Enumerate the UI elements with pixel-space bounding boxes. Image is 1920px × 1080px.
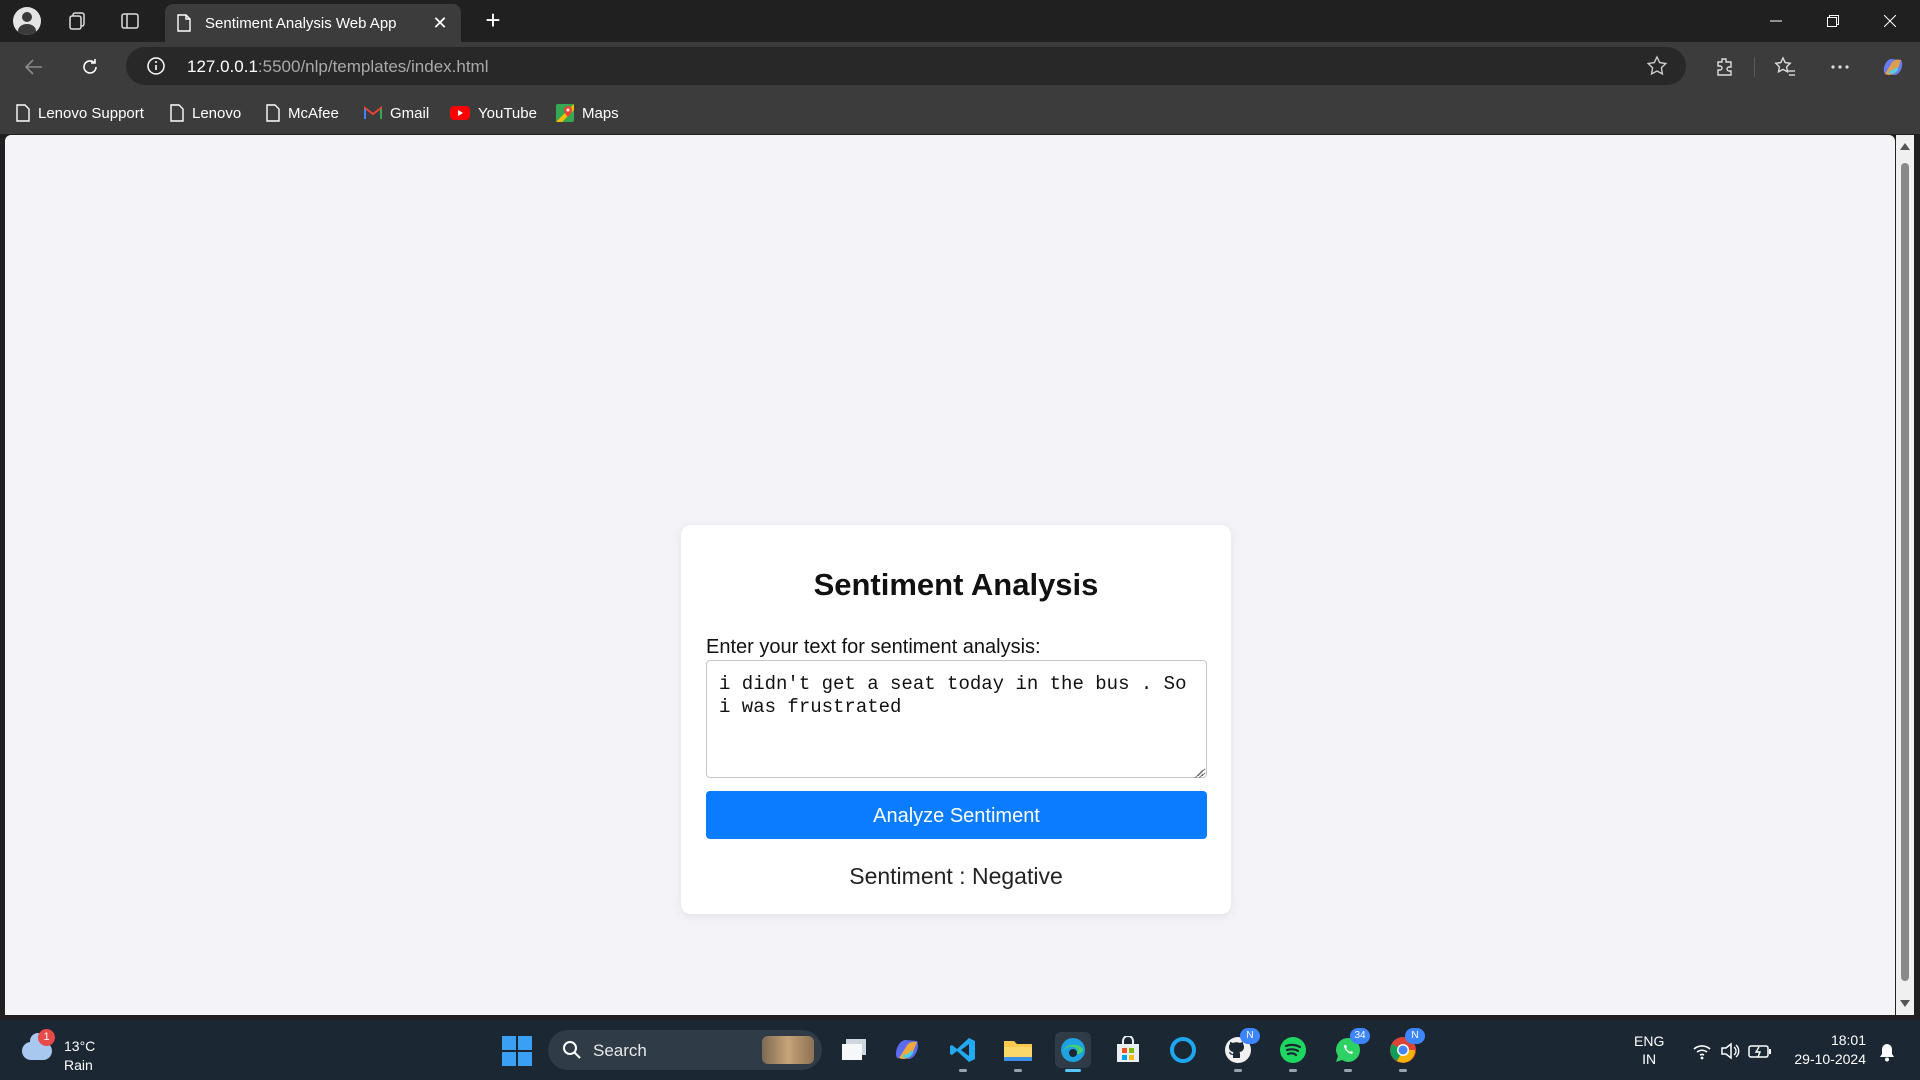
whatsapp-badge: 34 — [1350, 1028, 1370, 1044]
sentiment-card: Sentiment Analysis Enter your text for s… — [681, 525, 1231, 914]
windows-start-icon[interactable] — [502, 1036, 532, 1066]
bookmark-label: McAfee — [288, 104, 339, 122]
bookmark-label: Lenovo — [192, 104, 242, 122]
extensions-icon[interactable] — [1710, 52, 1740, 82]
language-indicator[interactable]: ENG IN — [1634, 1032, 1664, 1068]
close-tab-icon[interactable]: ✕ — [429, 12, 451, 34]
copilot-icon[interactable] — [1878, 52, 1908, 82]
github-badge: N — [1240, 1028, 1260, 1044]
bookmark-lenovo-support[interactable]: Lenovo Support — [16, 102, 144, 124]
gmail-icon — [364, 106, 382, 120]
url-host: 127.0.0.1 — [187, 57, 258, 76]
task-view-icon[interactable] — [836, 1032, 872, 1068]
page-scrollbar[interactable] — [1896, 135, 1914, 1015]
clock[interactable]: 18:01 29-10-2024 — [1782, 1031, 1866, 1069]
battery-icon[interactable] — [1748, 1043, 1772, 1064]
more-options-icon[interactable] — [1825, 52, 1855, 82]
bookmark-maps[interactable]: Maps — [556, 102, 619, 124]
text-input-area[interactable]: i didn't get a seat today in the bus . S… — [706, 660, 1207, 778]
wifi-icon[interactable] — [1692, 1042, 1712, 1065]
file-explorer-icon[interactable] — [1000, 1032, 1036, 1072]
copilot-app-icon[interactable] — [890, 1032, 926, 1068]
url-text[interactable]: 127.0.0.1:5500/nlp/templates/index.html — [187, 57, 489, 77]
running-indicator — [1014, 1069, 1022, 1072]
restore-button[interactable] — [1805, 0, 1861, 42]
analyze-sentiment-button[interactable]: Analyze Sentiment — [706, 791, 1207, 839]
favorite-star-icon[interactable] — [1646, 55, 1668, 82]
page-icon — [266, 104, 280, 122]
back-arrow-icon[interactable] — [19, 52, 49, 82]
weather-condition: Rain — [64, 1057, 93, 1073]
youtube-icon — [450, 106, 470, 120]
address-bar[interactable]: 127.0.0.1:5500/nlp/templates/index.html — [126, 47, 1686, 85]
bookmark-gmail[interactable]: Gmail — [364, 102, 429, 124]
browser-tab[interactable]: Sentiment Analysis Web App ✕ — [165, 4, 461, 42]
temperature: 13°C — [64, 1038, 96, 1054]
running-indicator — [1289, 1069, 1297, 1072]
taskbar-search[interactable]: Search — [548, 1030, 822, 1070]
bookmark-label: Lenovo Support — [38, 104, 144, 122]
workspaces-icon[interactable] — [62, 6, 92, 36]
search-highlight-image — [762, 1036, 814, 1064]
running-indicator — [1399, 1069, 1407, 1072]
notification-bell-icon[interactable] — [1878, 1042, 1896, 1067]
bookmarks-bar: Lenovo Support Lenovo McAfee Gmail YouTu… — [0, 92, 1920, 134]
running-indicator — [1065, 1069, 1081, 1072]
bookmark-label: Gmail — [390, 104, 430, 122]
weather-widget[interactable]: 1 13°C Rain — [18, 1028, 108, 1073]
page-title: Sentiment Analysis — [813, 567, 1099, 602]
github-desktop-icon[interactable]: N — [1220, 1028, 1260, 1072]
time: 18:01 — [1830, 1032, 1866, 1048]
search-label: Search — [593, 1041, 647, 1060]
profile-avatar[interactable] — [12, 6, 42, 36]
close-window-button[interactable] — [1862, 0, 1918, 42]
chrome-icon[interactable]: N — [1385, 1028, 1425, 1072]
vscode-icon[interactable] — [945, 1032, 981, 1072]
tab-title: Sentiment Analysis Web App — [205, 15, 397, 32]
minimize-button[interactable] — [1748, 0, 1804, 42]
system-tray[interactable] — [1684, 1040, 1784, 1062]
scroll-down-icon[interactable] — [1900, 1000, 1910, 1007]
bookmark-label: YouTube — [478, 104, 537, 122]
chrome-badge: N — [1405, 1028, 1425, 1044]
whatsapp-icon[interactable]: 34 — [1330, 1028, 1370, 1072]
site-info-icon[interactable] — [146, 56, 166, 81]
page-viewport: Sentiment Analysis Enter your text for s… — [5, 135, 1895, 1015]
taskbar: 1 13°C Rain Search N 34 N ENG IN 18:01 2… — [0, 1020, 1920, 1080]
toolbar-separator — [1754, 57, 1755, 77]
page-icon — [170, 104, 184, 122]
bookmark-youtube[interactable]: YouTube — [450, 102, 537, 124]
sentiment-result: Sentiment : Negative — [849, 863, 1063, 889]
edge-browser-icon[interactable] — [1055, 1032, 1091, 1072]
microsoft-store-icon[interactable] — [1110, 1032, 1146, 1068]
resize-grip-icon[interactable] — [1193, 765, 1204, 779]
cortana-icon[interactable] — [1165, 1032, 1201, 1068]
running-indicator — [1344, 1069, 1352, 1072]
region-code: IN — [1642, 1051, 1657, 1067]
spotify-icon[interactable] — [1275, 1032, 1311, 1072]
page-icon — [177, 14, 191, 37]
weather-badge: 1 — [38, 1029, 55, 1046]
input-label: Enter your text for sentiment analysis: — [706, 636, 1041, 658]
volume-icon[interactable] — [1720, 1042, 1740, 1065]
running-indicator — [959, 1069, 967, 1072]
language-code: ENG — [1634, 1033, 1665, 1049]
scroll-up-icon[interactable] — [1900, 143, 1910, 150]
bookmark-label: Maps — [582, 104, 619, 122]
page-icon — [16, 104, 30, 122]
search-icon — [562, 1040, 582, 1065]
maps-icon — [556, 104, 574, 122]
bookmark-lenovo[interactable]: Lenovo — [170, 102, 241, 124]
scrollbar-thumb[interactable] — [1901, 163, 1909, 981]
date: 29-10-2024 — [1794, 1051, 1866, 1067]
browser-title-bar: Sentiment Analysis Web App ✕ + — [0, 0, 1920, 42]
reload-icon[interactable] — [75, 52, 105, 82]
navigation-bar: 127.0.0.1:5500/nlp/templates/index.html — [0, 42, 1920, 92]
running-indicator — [1234, 1069, 1242, 1072]
favorites-icon[interactable] — [1770, 52, 1800, 82]
tab-actions-icon[interactable] — [115, 6, 145, 36]
new-tab-button[interactable]: + — [478, 6, 508, 36]
url-path: :5500/nlp/templates/index.html — [257, 57, 489, 76]
bookmark-mcafee[interactable]: McAfee — [266, 102, 339, 124]
